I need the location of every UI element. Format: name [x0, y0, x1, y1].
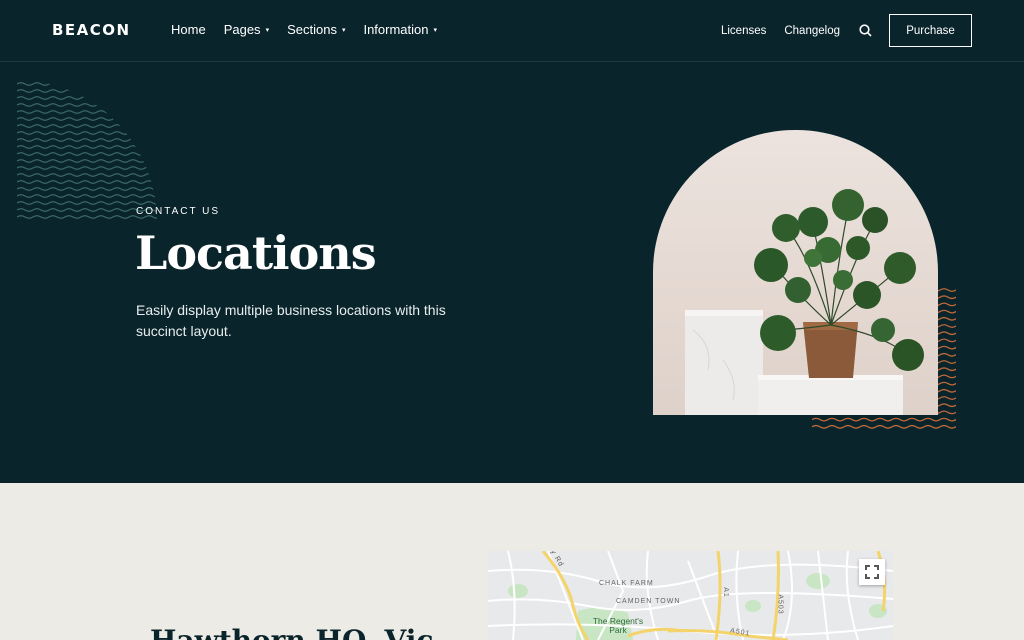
main-nav: Home Pages ▾ Sections ▾ Information ▾	[171, 22, 455, 37]
search-icon[interactable]	[858, 24, 872, 38]
nav-item-home[interactable]: Home	[171, 22, 206, 37]
locations-section: Hawthorn HQ, Vic	[0, 483, 1024, 640]
nav-item-sections[interactable]: Sections ▾	[287, 22, 345, 37]
nav-item-information[interactable]: Information ▾	[363, 22, 437, 37]
chevron-down-icon: ▾	[341, 27, 346, 34]
chevron-down-icon: ▾	[265, 27, 270, 34]
fullscreen-button[interactable]	[859, 559, 885, 585]
site-header: BEACON Home Pages ▾ Sections ▾ Informati…	[0, 0, 1024, 62]
hero-description: Easily display multiple business locatio…	[136, 302, 446, 339]
nav-item-label: Home	[171, 22, 206, 37]
nav-item-label: Information	[363, 22, 429, 37]
plant-image	[653, 130, 938, 415]
page-title: Locations	[135, 226, 377, 280]
location-map[interactable]: ey Rd CHALK FARM CAMDEN TOWN The Regent'…	[488, 551, 893, 640]
licenses-link[interactable]: Licenses	[721, 25, 766, 37]
map-label-camden-town: CAMDEN TOWN	[616, 598, 681, 605]
location-title: Hawthorn HQ, Vic	[150, 624, 433, 640]
nav-item-label: Pages	[223, 22, 261, 37]
map-label-a1: A1	[721, 587, 729, 598]
wave-pattern-left	[17, 82, 157, 219]
map-label-a503: A503	[776, 594, 784, 615]
map-label-chalk-farm: CHALK FARM	[599, 580, 654, 587]
hero-eyebrow: CONTACT US	[136, 206, 221, 217]
nav-item-label: Sections	[287, 22, 337, 37]
map-label-regents-park: The Regent's Park	[592, 616, 644, 635]
nav-item-pages[interactable]: Pages ▾	[224, 22, 269, 37]
hero-section: CONTACT US Locations Easily display mult…	[0, 62, 1024, 483]
header-actions: Licenses Changelog Purchase	[721, 14, 972, 47]
changelog-link[interactable]: Changelog	[784, 25, 840, 37]
purchase-button[interactable]: Purchase	[889, 14, 972, 47]
fullscreen-icon	[865, 565, 879, 579]
chevron-down-icon: ▾	[433, 27, 438, 34]
logo[interactable]: BEACON	[52, 21, 131, 39]
